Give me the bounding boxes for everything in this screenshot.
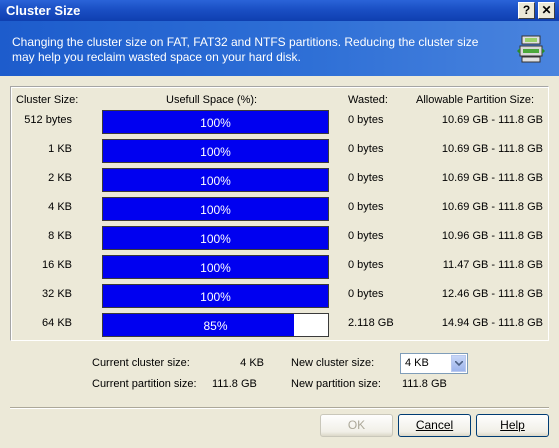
useful-space-bar: 85% [102,313,329,337]
new-cluster-size-select[interactable]: 4 KB [400,353,468,374]
useful-space-bar: 100% [102,110,329,134]
useful-space-label: 85% [203,319,228,333]
allowable-size-cell: 10.69 GB - 111.8 GB [441,114,543,126]
wasted-cell: 2.118 GB [348,317,394,329]
current-partition-label: Current partition size: [92,378,197,390]
window-title: Cluster Size [6,3,81,18]
cluster-size-cell: 1 KB [48,143,72,155]
cluster-size-cell: 16 KB [42,259,72,271]
ok-label: OK [347,418,366,432]
wasted-cell: 0 bytes [348,114,384,126]
cluster-size-cell: 8 KB [48,230,72,242]
current-cluster-label: Current cluster size: [92,357,190,369]
useful-space-bar: 100% [102,255,329,279]
cluster-size-cell: 512 bytes [24,114,72,126]
useful-space-label: 100% [200,116,231,130]
question-icon: ? [522,3,531,17]
allowable-size-cell: 11.47 GB - 111.8 GB [442,259,543,271]
header-description: Changing the cluster size on FAT, FAT32 … [12,35,479,64]
allowable-size-cell: 10.69 GB - 111.8 GB [441,172,543,184]
useful-space-bar: 100% [102,284,329,308]
disk-cluster-icon [517,35,545,63]
new-cluster-label: New cluster size: [291,357,375,369]
wasted-cell: 0 bytes [348,201,384,213]
header-banner: Changing the cluster size on FAT, FAT32 … [0,21,559,76]
current-partition-value: 111.8 GB [212,378,257,390]
cluster-size-cell: 64 KB [42,317,72,329]
close-icon: ✕ [541,3,552,17]
column-header-cluster-size: Cluster Size: [16,94,79,106]
new-partition-value: 111.8 GB [402,378,447,390]
title-bar: Cluster Size ? ✕ [0,0,559,21]
cancel-button[interactable]: Cancel [398,414,471,437]
useful-space-label: 100% [200,145,231,159]
close-button[interactable]: ✕ [538,2,555,19]
current-cluster-value: 4 KB [240,357,264,369]
useful-space-label: 100% [200,232,231,246]
useful-space-label: 100% [200,203,231,217]
allowable-size-cell: 10.69 GB - 111.8 GB [441,143,543,155]
dropdown-button[interactable] [451,355,466,372]
cluster-size-cell: 32 KB [42,288,72,300]
useful-space-bar: 100% [102,197,329,221]
help-title-button[interactable]: ? [518,2,535,19]
column-header-allowable: Allowable Partition Size: [416,94,535,106]
help-label: Help [500,418,525,432]
wasted-cell: 0 bytes [348,230,384,242]
wasted-cell: 0 bytes [348,259,384,271]
useful-space-label: 100% [200,261,231,275]
new-partition-label: New partition size: [291,378,381,390]
wasted-cell: 0 bytes [348,172,384,184]
column-header-useful-space: Usefull Space (%): [166,94,258,106]
cancel-label: Cancel [415,418,454,432]
useful-space-label: 100% [200,290,231,304]
useful-space-bar: 100% [102,168,329,192]
wasted-cell: 0 bytes [348,288,384,300]
useful-space-bar: 100% [102,139,329,163]
help-button[interactable]: Help [476,414,549,437]
allowable-size-cell: 10.69 GB - 111.8 GB [441,201,543,213]
chevron-down-icon [455,361,463,366]
ok-button[interactable]: OK [320,414,393,437]
column-header-wasted: Wasted: [348,94,388,106]
allowable-size-cell: 14.94 GB - 111.8 GB [441,317,543,329]
useful-space-bar: 100% [102,226,329,250]
wasted-cell: 0 bytes [348,143,384,155]
allowable-size-cell: 12.46 GB - 111.8 GB [441,288,543,300]
separator [10,407,549,409]
new-cluster-size-value: 4 KB [405,357,429,369]
useful-space-label: 100% [200,174,231,188]
allowable-size-cell: 10.96 GB - 111.8 GB [441,230,543,242]
cluster-size-cell: 4 KB [48,201,72,213]
cluster-size-cell: 2 KB [48,172,72,184]
